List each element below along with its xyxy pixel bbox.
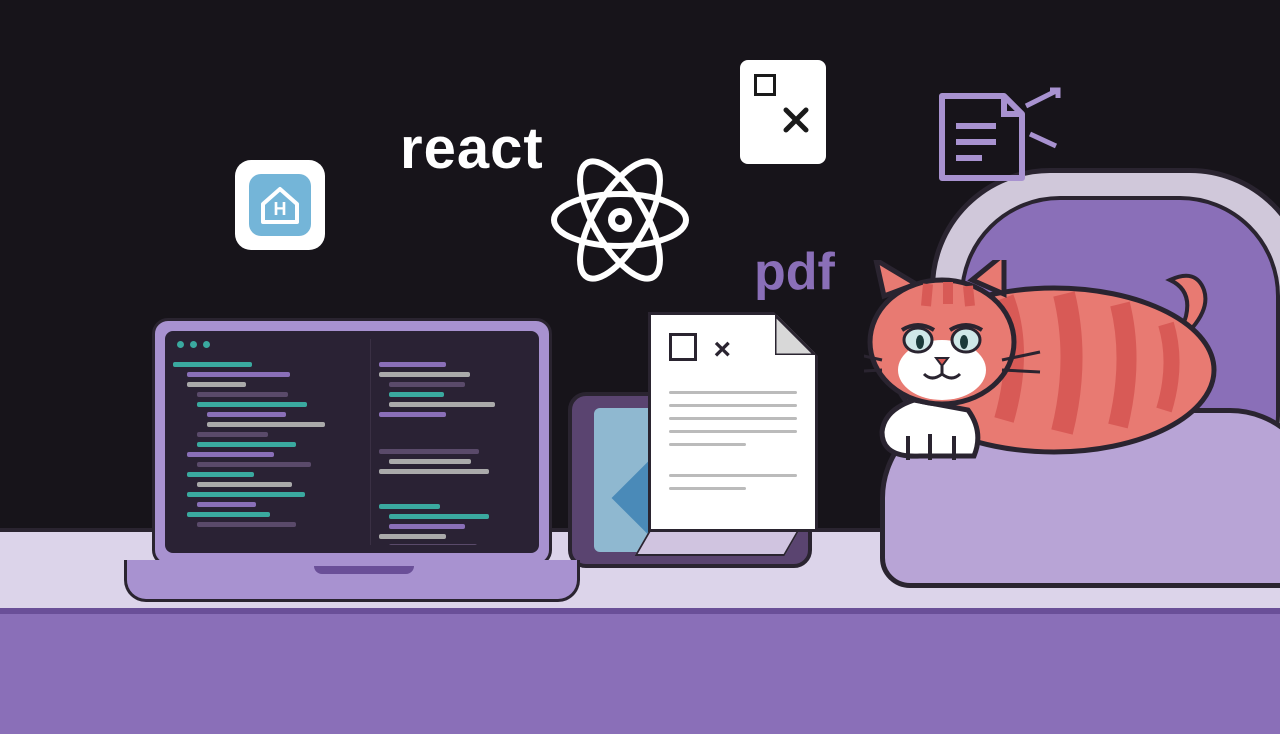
file-lines-icon — [932, 82, 1062, 197]
home-badge-icon: H — [235, 160, 325, 250]
code-editor — [165, 331, 539, 553]
window-traffic-lights-icon — [177, 341, 210, 348]
laptop — [152, 318, 552, 618]
react-label: react — [400, 115, 544, 182]
desk-front — [0, 614, 1280, 734]
laptop-screen — [152, 318, 552, 566]
file-x-small-icon — [740, 60, 826, 164]
svg-text:H: H — [274, 199, 287, 219]
react-atom-icon — [545, 150, 695, 295]
laptop-hinge — [314, 566, 414, 574]
pdf-label: pdf — [754, 242, 835, 302]
document-shadow — [634, 530, 799, 556]
document-x: × — [648, 312, 818, 532]
cat-illustration — [864, 260, 1224, 470]
checkbox-icon — [669, 333, 697, 361]
x-mark-icon: × — [713, 333, 731, 367]
